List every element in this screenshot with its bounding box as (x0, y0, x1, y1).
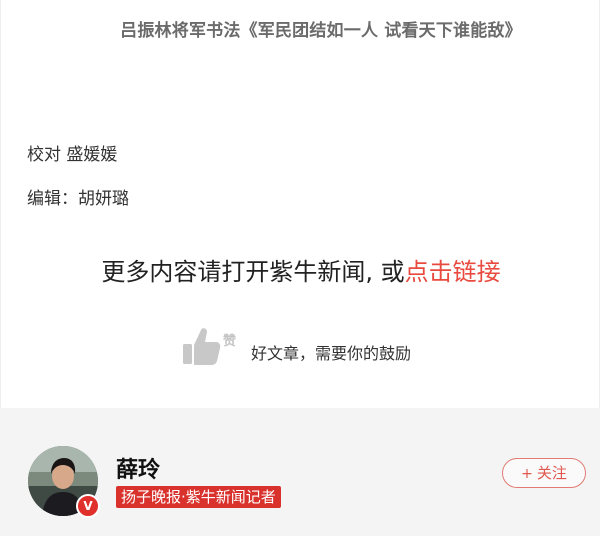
image-caption: 吕振林将军书法《军民团结如一人 试看天下谁能敌》 (120, 21, 522, 41)
thumbs-up-icon (183, 328, 221, 365)
more-content-link[interactable]: 点击链接 (405, 258, 501, 286)
more-content-line: 更多内容请打开紫牛新闻, 或点击链接 (1, 252, 600, 287)
like-button[interactable]: 赞 (179, 324, 243, 368)
like-section: 赞 好文章，需要你的鼓励 (171, 322, 451, 382)
article-content: 吕振林将军书法《军民团结如一人 试看天下谁能敌》 校对 盛媛媛 编辑：胡妍璐 更… (0, 0, 600, 408)
editor-credit: 编辑：胡妍璐 (27, 189, 129, 209)
author-title-badge: 扬子晚报·紫牛新闻记者 (116, 486, 281, 508)
page: 吕振林将军书法《军民团结如一人 试看天下谁能敌》 校对 盛媛媛 编辑：胡妍璐 更… (0, 0, 600, 536)
more-content-text: 更多内容请打开紫牛新闻, 或 (101, 258, 405, 286)
like-encourage-text: 好文章，需要你的鼓励 (251, 344, 412, 363)
follow-label: 关注 (536, 464, 567, 482)
author-card: V 薛玲 扬子晚报·紫牛新闻记者 + 关注 (0, 408, 600, 536)
author-name[interactable]: 薛玲 (116, 452, 160, 484)
plus-icon: + (521, 466, 533, 482)
follow-button[interactable]: + 关注 (502, 458, 586, 488)
proofreader-credit: 校对 盛媛媛 (27, 145, 118, 165)
like-label: 赞 (223, 334, 237, 349)
verified-badge-icon: V (76, 494, 100, 518)
